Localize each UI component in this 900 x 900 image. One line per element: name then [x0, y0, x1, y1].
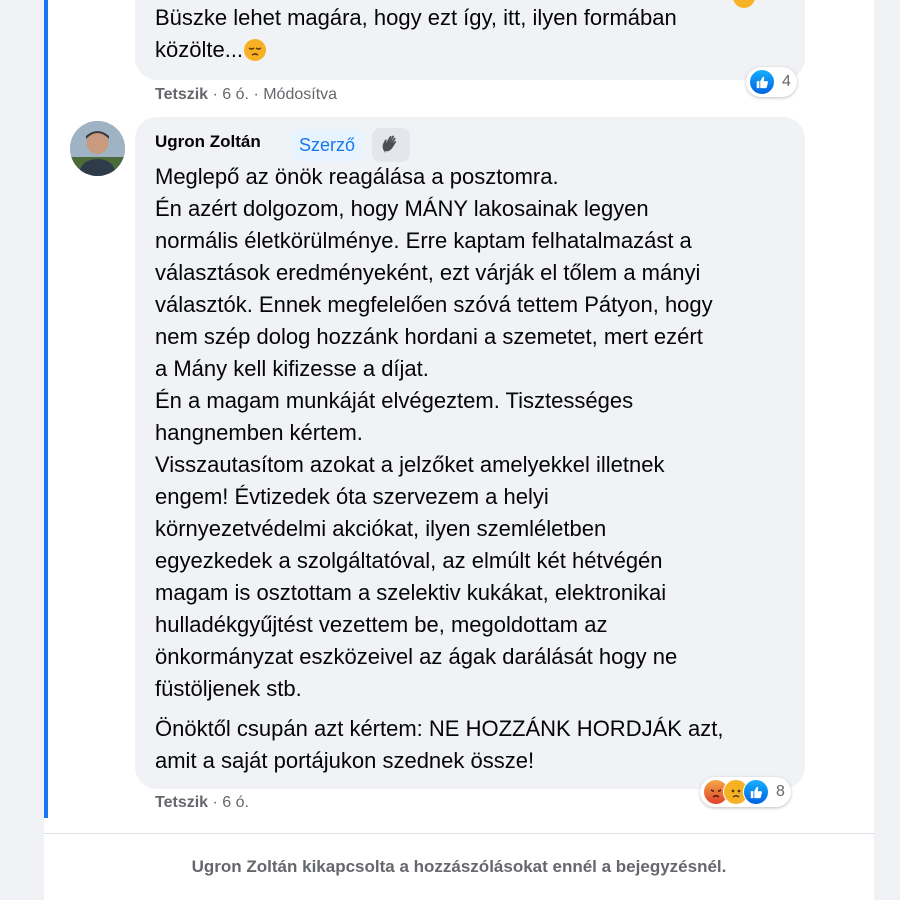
comment-actions: Tetszik · 6 ó.: [155, 794, 249, 812]
pensive-face-icon: [243, 38, 267, 62]
avatar[interactable]: [70, 121, 125, 176]
like-link[interactable]: Tetszik: [155, 794, 208, 811]
comment-actions: Tetszik · 6 ó. · Módosítva: [155, 86, 337, 104]
comment-text: Meglepő az önök reagálása a posztomra. É…: [155, 164, 713, 701]
comment-text: Büszke lehet magára, hogy ezt így, itt, …: [155, 5, 677, 62]
reaction-count: 8: [776, 783, 785, 800]
separator: ·: [212, 86, 218, 103]
comment-author[interactable]: Ugron Zoltán: [155, 132, 261, 152]
separator: ·: [212, 794, 218, 811]
like-link[interactable]: Tetszik: [155, 86, 208, 103]
wave-hand-icon[interactable]: [372, 128, 410, 162]
edited-label: Módosítva: [263, 86, 338, 103]
author-badge: Szerző: [291, 129, 364, 161]
reaction-summary[interactable]: 4: [746, 67, 797, 97]
thread-line: [44, 0, 48, 818]
separator: ·: [253, 86, 259, 103]
notice-text: Ugron Zoltán kikapcsolta a hozzászólások…: [191, 857, 727, 876]
reaction-summary[interactable]: 8: [700, 777, 791, 807]
like-reaction-icon: [749, 69, 775, 95]
comments-disabled-notice: Ugron Zoltán kikapcsolta a hozzászólások…: [44, 833, 874, 900]
timestamp[interactable]: 6 ó.: [222, 86, 249, 103]
comment-text: Önöktől csupán azt kértem: NE HOZZÁNK HO…: [155, 716, 724, 773]
reaction-count: 4: [782, 73, 791, 90]
timestamp[interactable]: 6 ó.: [222, 794, 249, 811]
like-reaction-icon: [743, 779, 769, 805]
